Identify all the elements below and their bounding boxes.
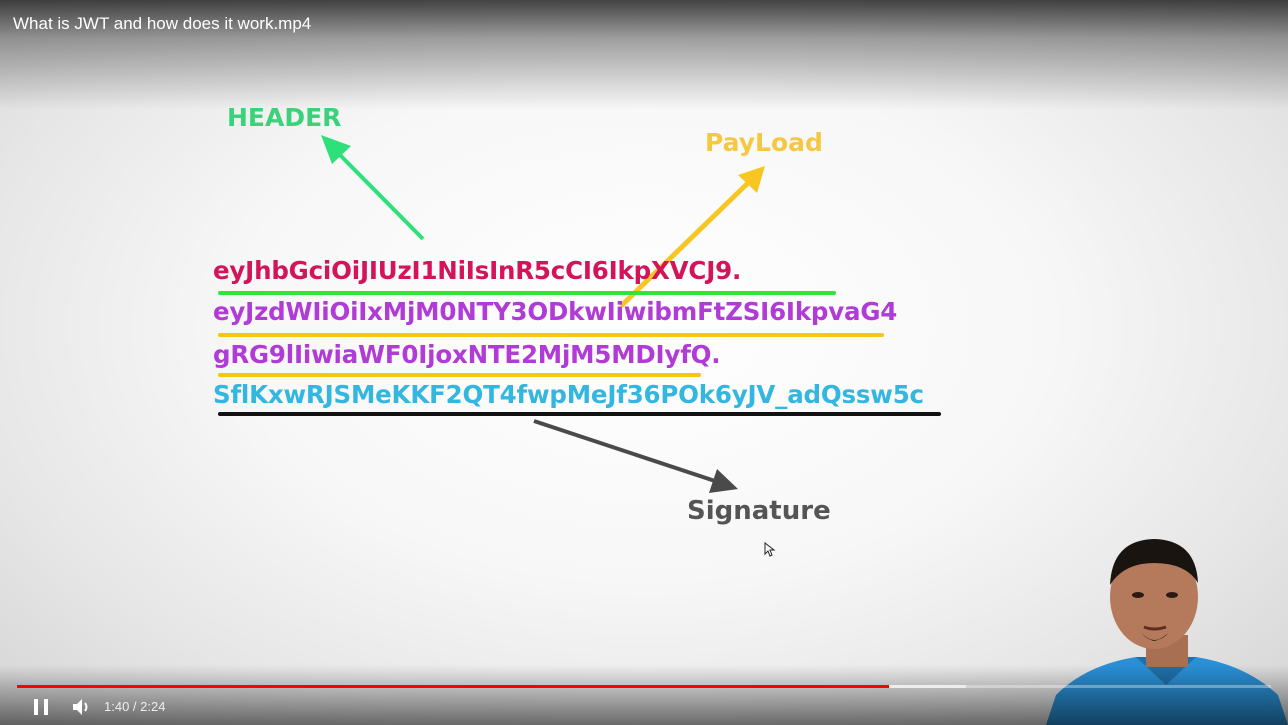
controls-overlay — [0, 665, 1288, 725]
jwt-payload-segment-1: eyJzdWIiOiIxMjM0NTY3ODkwIiwibmFtZSI6Ikpv… — [213, 297, 898, 326]
jwt-signature-segment: SflKxwRJSMeKKF2QT4fwpMeJf36POk6yJV_adQss… — [213, 380, 924, 409]
header-label: HEADER — [227, 103, 342, 132]
pause-button[interactable] — [30, 697, 52, 717]
header-underline — [218, 291, 836, 295]
payload-underline-2 — [218, 373, 701, 377]
progress-bar[interactable] — [17, 685, 1271, 688]
time-display: 1:40 / 2:24 — [104, 699, 165, 714]
header-arrow — [321, 135, 425, 241]
payload-label: PayLoad — [705, 128, 823, 157]
volume-button[interactable] — [70, 697, 92, 717]
mouse-cursor-icon — [764, 542, 776, 557]
volume-icon — [73, 699, 88, 715]
current-time: 1:40 — [104, 699, 130, 714]
payload-arrow — [619, 166, 765, 308]
jwt-payload-segment-2: gRG9lIiwiaWF0IjoxNTE2MjM5MDIyfQ. — [213, 340, 721, 369]
signature-underline — [218, 412, 941, 416]
video-player[interactable]: What is JWT and how does it work.mp4 HEA… — [0, 0, 1288, 725]
progress-played — [17, 685, 889, 688]
signature-arrow — [533, 419, 738, 493]
jwt-header-segment: eyJhbGciOiJIUzI1NiIsInR5cCI6IkpXVCJ9. — [213, 256, 742, 285]
signature-label: Signature — [687, 496, 831, 526]
payload-underline-1 — [218, 333, 884, 337]
time-separator: / — [129, 699, 141, 714]
duration: 2:24 — [140, 699, 166, 714]
